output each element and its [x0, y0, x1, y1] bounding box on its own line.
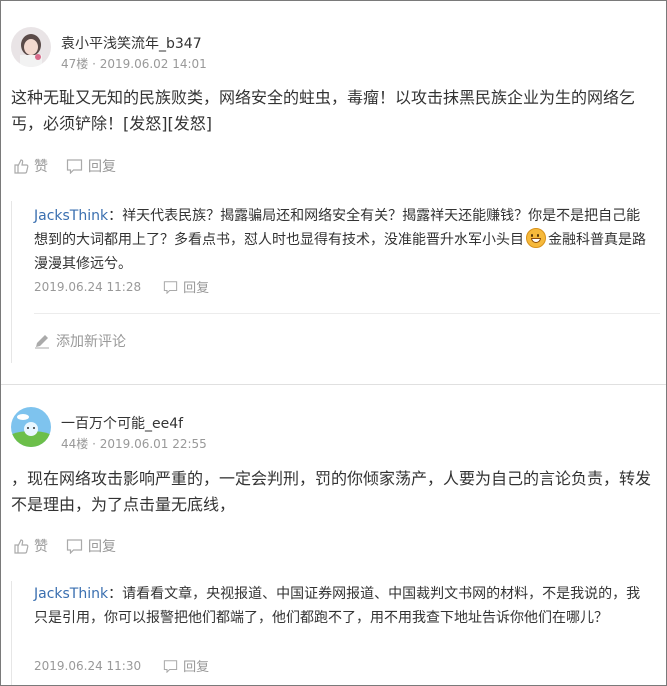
post-separator [1, 384, 666, 385]
reply-label: 回复 [88, 539, 116, 555]
reply-meta: 2019.06.24 11:30 回复 [34, 656, 227, 676]
thumbs-up-icon [14, 539, 29, 554]
like-button[interactable]: 赞 [13, 156, 48, 176]
reply-content: JacksThink：祥天代表民族？揭露骗局还和网络安全有关？揭露祥天还能赚钱？… [34, 204, 649, 276]
add-comment-button[interactable]: 添加新评论 [34, 331, 126, 351]
comment-content: ，现在网络攻击影响严重的，一定会判刑，罚的你倾家荡产，人要为自己的言论负责，转发… [11, 469, 652, 514]
floor-timestamp: 44楼 · 2019.06.01 22:55 [61, 437, 207, 451]
reply-thread: JacksThink：祥天代表民族？揭露骗局还和网络安全有关？揭露祥天还能赚钱？… [11, 201, 662, 363]
reply-text: 请看看文章，央视报道、中国证券网报道、中国裁判文书网的材料，不是我说的，我只是引… [34, 586, 641, 626]
username[interactable]: 袁小平浅笑流年_b347 [61, 33, 202, 53]
comments-panel: 袁小平浅笑流年_b347 47楼 · 2019.06.02 14:01 这种无耻… [0, 0, 667, 686]
reply-timestamp: 2019.06.24 11:30 [34, 658, 142, 673]
like-label: 赞 [34, 539, 48, 555]
grinning-emoji-icon [526, 228, 546, 248]
add-comment-label: 添加新评论 [56, 334, 126, 350]
reply-username[interactable]: JacksThink [34, 208, 108, 224]
reply-content: JacksThink：请看看文章，央视报道、中国证券网报道、中国裁判文书网的材料… [34, 582, 649, 630]
reply-reply-label: 回复 [183, 660, 210, 675]
comment-bubble-icon [163, 280, 178, 294]
reply-separator: ： [108, 208, 123, 224]
divider [34, 313, 660, 314]
reply-reply-label: 回复 [183, 281, 210, 296]
comment-bubble-icon [163, 659, 178, 673]
comment-actions: 赞 回复 [13, 156, 134, 176]
comment-actions: 赞 回复 [13, 536, 134, 556]
reply-button[interactable]: 回复 [66, 536, 116, 556]
comment-bubble-icon [66, 159, 83, 174]
like-button[interactable]: 赞 [13, 536, 48, 556]
pencil-icon [35, 335, 49, 349]
reply-separator: ： [108, 586, 123, 602]
comment-content: 这种无耻又无知的民族败类，网络安全的蛀虫，毒瘤！以攻击抹黑民族企业为生的网络乞丐… [11, 88, 636, 133]
reply-reply-button[interactable]: 回复 [163, 656, 209, 675]
like-label: 赞 [34, 159, 48, 175]
reply-thread: JacksThink：请看看文章，央视报道、中国证券网报道、中国裁判文书网的材料… [11, 581, 662, 685]
avatar[interactable] [11, 407, 51, 447]
reply-reply-button[interactable]: 回复 [163, 277, 209, 296]
comment-bubble-icon [66, 539, 83, 554]
floor-timestamp: 47楼 · 2019.06.02 14:01 [61, 57, 207, 71]
reply-meta: 2019.06.24 11:28 回复 [34, 277, 227, 297]
reply-label: 回复 [88, 159, 116, 175]
username[interactable]: 一百万个可能_ee4f [61, 413, 183, 433]
reply-username[interactable]: JacksThink [34, 586, 108, 602]
reply-timestamp: 2019.06.24 11:28 [34, 279, 142, 294]
avatar[interactable] [11, 27, 51, 67]
reply-button[interactable]: 回复 [66, 156, 116, 176]
thumbs-up-icon [14, 159, 29, 174]
